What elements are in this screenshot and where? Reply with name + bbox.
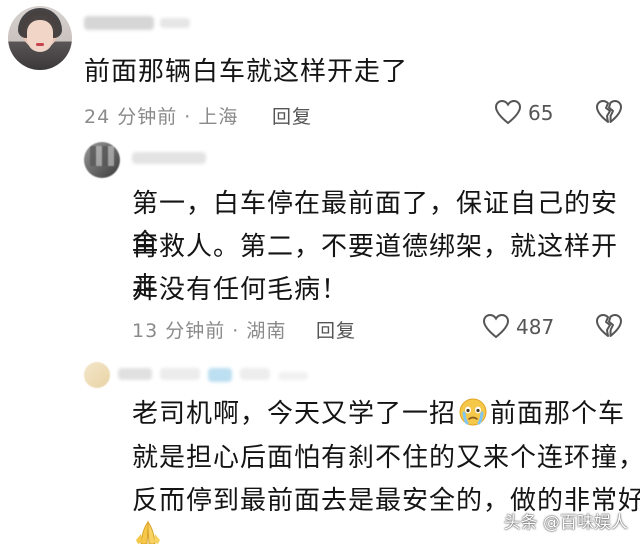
comment-text: 前面那辆白车就这样开走了 [84,57,409,87]
comment-text-segment: 老司机啊，今天又学了一招 [132,399,457,429]
like-count: 487 [516,315,555,339]
comment-text-line: 老司机啊，今天又学了一招 前面那个车 [132,394,625,434]
dislike-button[interactable] [595,99,623,125]
username-redacted[interactable] [84,16,154,30]
broken-heart-icon [596,100,622,123]
avatar[interactable] [84,142,120,178]
watermark: 头条 @百味娱人 [503,513,628,533]
username-redacted [208,368,232,382]
broken-heart-icon [596,314,622,337]
folded-hands-emoji [136,520,160,544]
like-button[interactable] [494,99,522,125]
username-redacted[interactable] [118,368,152,380]
reply-button[interactable]: 回复 [316,316,356,343]
comment-text-segment: 前面那个车 [490,399,626,429]
dislike-button[interactable] [595,313,623,339]
comment-text-line: 就是担心后面怕有刹不住的又来个连环撞， [132,443,640,473]
comment-text-line: 并没有任何毛病！ [132,275,349,305]
comment-meta: 13 分钟前 · 湖南 [132,320,287,342]
heart-outline-icon [482,313,510,339]
like-button[interactable] [482,313,510,339]
like-count: 65 [528,101,554,125]
avatar[interactable] [8,6,72,70]
heart-outline-icon [494,99,522,125]
username-redacted [160,368,200,380]
username-redacted [278,372,308,380]
crying-face-emoji [459,398,487,426]
comment-meta: 24 分钟前 · 上海 [84,106,239,128]
avatar[interactable] [84,362,110,388]
username-redacted[interactable] [132,152,206,164]
username-redacted [240,368,270,380]
reply-button[interactable]: 回复 [272,102,312,129]
username-redacted-extra [160,18,190,28]
